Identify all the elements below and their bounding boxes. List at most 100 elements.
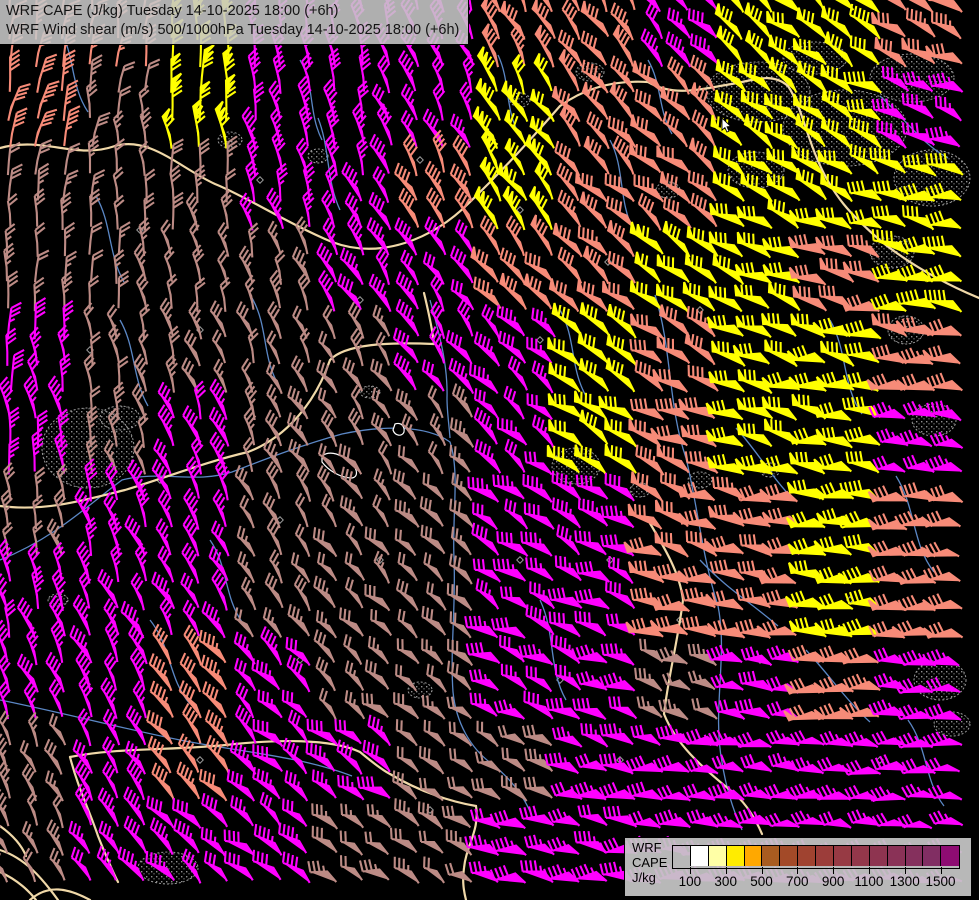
wind-barb xyxy=(313,770,336,799)
wind-barb xyxy=(297,138,308,176)
wind-barb xyxy=(875,0,906,10)
wind-barb xyxy=(433,130,446,172)
cape-scale-cell xyxy=(691,846,709,866)
cape-scale-tick-label: 900 xyxy=(822,874,845,889)
wind-barb xyxy=(402,111,417,147)
wind-barb xyxy=(307,742,335,771)
wind-barb xyxy=(925,704,961,720)
wind-barb xyxy=(344,634,361,664)
wind-barb xyxy=(525,252,552,283)
wind-barb xyxy=(185,330,200,366)
wind-barb xyxy=(240,495,254,528)
wind-barb xyxy=(399,445,419,472)
wind-barb xyxy=(799,0,823,9)
wind-barb xyxy=(341,855,362,880)
wind-barb xyxy=(476,751,501,772)
wind-barb xyxy=(318,552,336,581)
cape-scale-tick-label: 1300 xyxy=(890,874,920,889)
cape-scale-cell xyxy=(673,846,691,866)
wind-barb xyxy=(363,740,389,772)
wind-barb xyxy=(420,778,443,801)
wind-barb xyxy=(497,531,527,556)
cape-scale-tick xyxy=(690,867,691,874)
wind-barb xyxy=(314,527,337,556)
wind-barb xyxy=(925,290,962,312)
wind-barb xyxy=(131,573,144,610)
wind-barb xyxy=(524,777,552,798)
wind-barb xyxy=(575,611,605,636)
wind-barb xyxy=(635,668,662,691)
wind-barb xyxy=(8,194,17,228)
wind-barb xyxy=(523,725,552,746)
wind-barb xyxy=(470,364,498,394)
cape-scale-cell xyxy=(780,846,798,866)
cape-scale-tick xyxy=(941,867,942,874)
wind-barb xyxy=(64,106,80,146)
wind-barb xyxy=(161,220,170,254)
wind-barb xyxy=(520,644,553,665)
wind-barb xyxy=(873,456,905,472)
wind-barb xyxy=(451,246,473,283)
wind-barb xyxy=(822,0,853,10)
wind-barb xyxy=(689,8,717,38)
wind-barb xyxy=(23,821,38,853)
wind-barb xyxy=(327,106,339,148)
wind-barb xyxy=(5,600,15,638)
wind-barb xyxy=(792,758,824,774)
cape-scale-tick xyxy=(905,867,906,874)
wind-barb xyxy=(184,488,198,529)
wind-barb xyxy=(817,508,854,526)
wind-barb xyxy=(249,329,258,363)
wind-barb xyxy=(600,723,633,744)
wind-barb xyxy=(495,700,525,719)
wind-barb xyxy=(91,170,105,202)
wind-barb xyxy=(657,146,689,173)
wind-barb xyxy=(691,34,718,65)
wind-barb xyxy=(520,806,554,826)
wind-barb xyxy=(249,223,258,257)
wind-barb xyxy=(525,274,552,309)
cape-scale-cell xyxy=(762,846,780,866)
wind-barb xyxy=(446,863,472,882)
wind-barb xyxy=(397,719,417,746)
wind-barb xyxy=(931,432,963,448)
wind-barb xyxy=(822,6,851,39)
cape-scale-tick-label: 1500 xyxy=(925,874,955,889)
wind-barb xyxy=(575,530,606,554)
wind-barb xyxy=(360,859,389,880)
cape-scale-cell xyxy=(941,846,959,866)
wind-barb xyxy=(525,502,554,529)
wind-barb xyxy=(105,653,116,691)
wind-barb xyxy=(478,721,498,747)
wind-barb xyxy=(137,485,149,527)
wind-barb xyxy=(147,796,173,828)
wind-barb xyxy=(639,193,661,230)
wind-barb xyxy=(450,554,472,584)
wind-barb xyxy=(450,748,472,772)
wind-barb xyxy=(656,810,691,828)
wind-barb xyxy=(421,496,443,526)
wind-barb xyxy=(397,579,418,611)
wind-barb xyxy=(323,218,337,255)
wind-barb xyxy=(767,11,799,37)
cape-scale-cell xyxy=(834,846,852,866)
country-border xyxy=(424,293,434,344)
wind-barb xyxy=(0,570,7,611)
wind-barb xyxy=(283,852,310,883)
wind-barb xyxy=(636,360,663,391)
wind-barb xyxy=(253,850,281,880)
wind-barb xyxy=(61,193,71,230)
wind-barb xyxy=(398,638,419,663)
wind-barb xyxy=(119,222,130,255)
wind-barb xyxy=(159,382,174,418)
city-marker xyxy=(417,157,424,164)
wind-barb xyxy=(10,108,27,147)
wind-barb xyxy=(420,831,443,853)
wind-barb xyxy=(55,489,66,527)
wind-barb xyxy=(576,561,609,582)
wind-barb xyxy=(173,193,183,230)
cape-scale-tick-label: 500 xyxy=(750,874,773,889)
wind-barb xyxy=(821,341,854,366)
city-marker xyxy=(537,337,544,344)
wind-barb xyxy=(475,332,499,367)
